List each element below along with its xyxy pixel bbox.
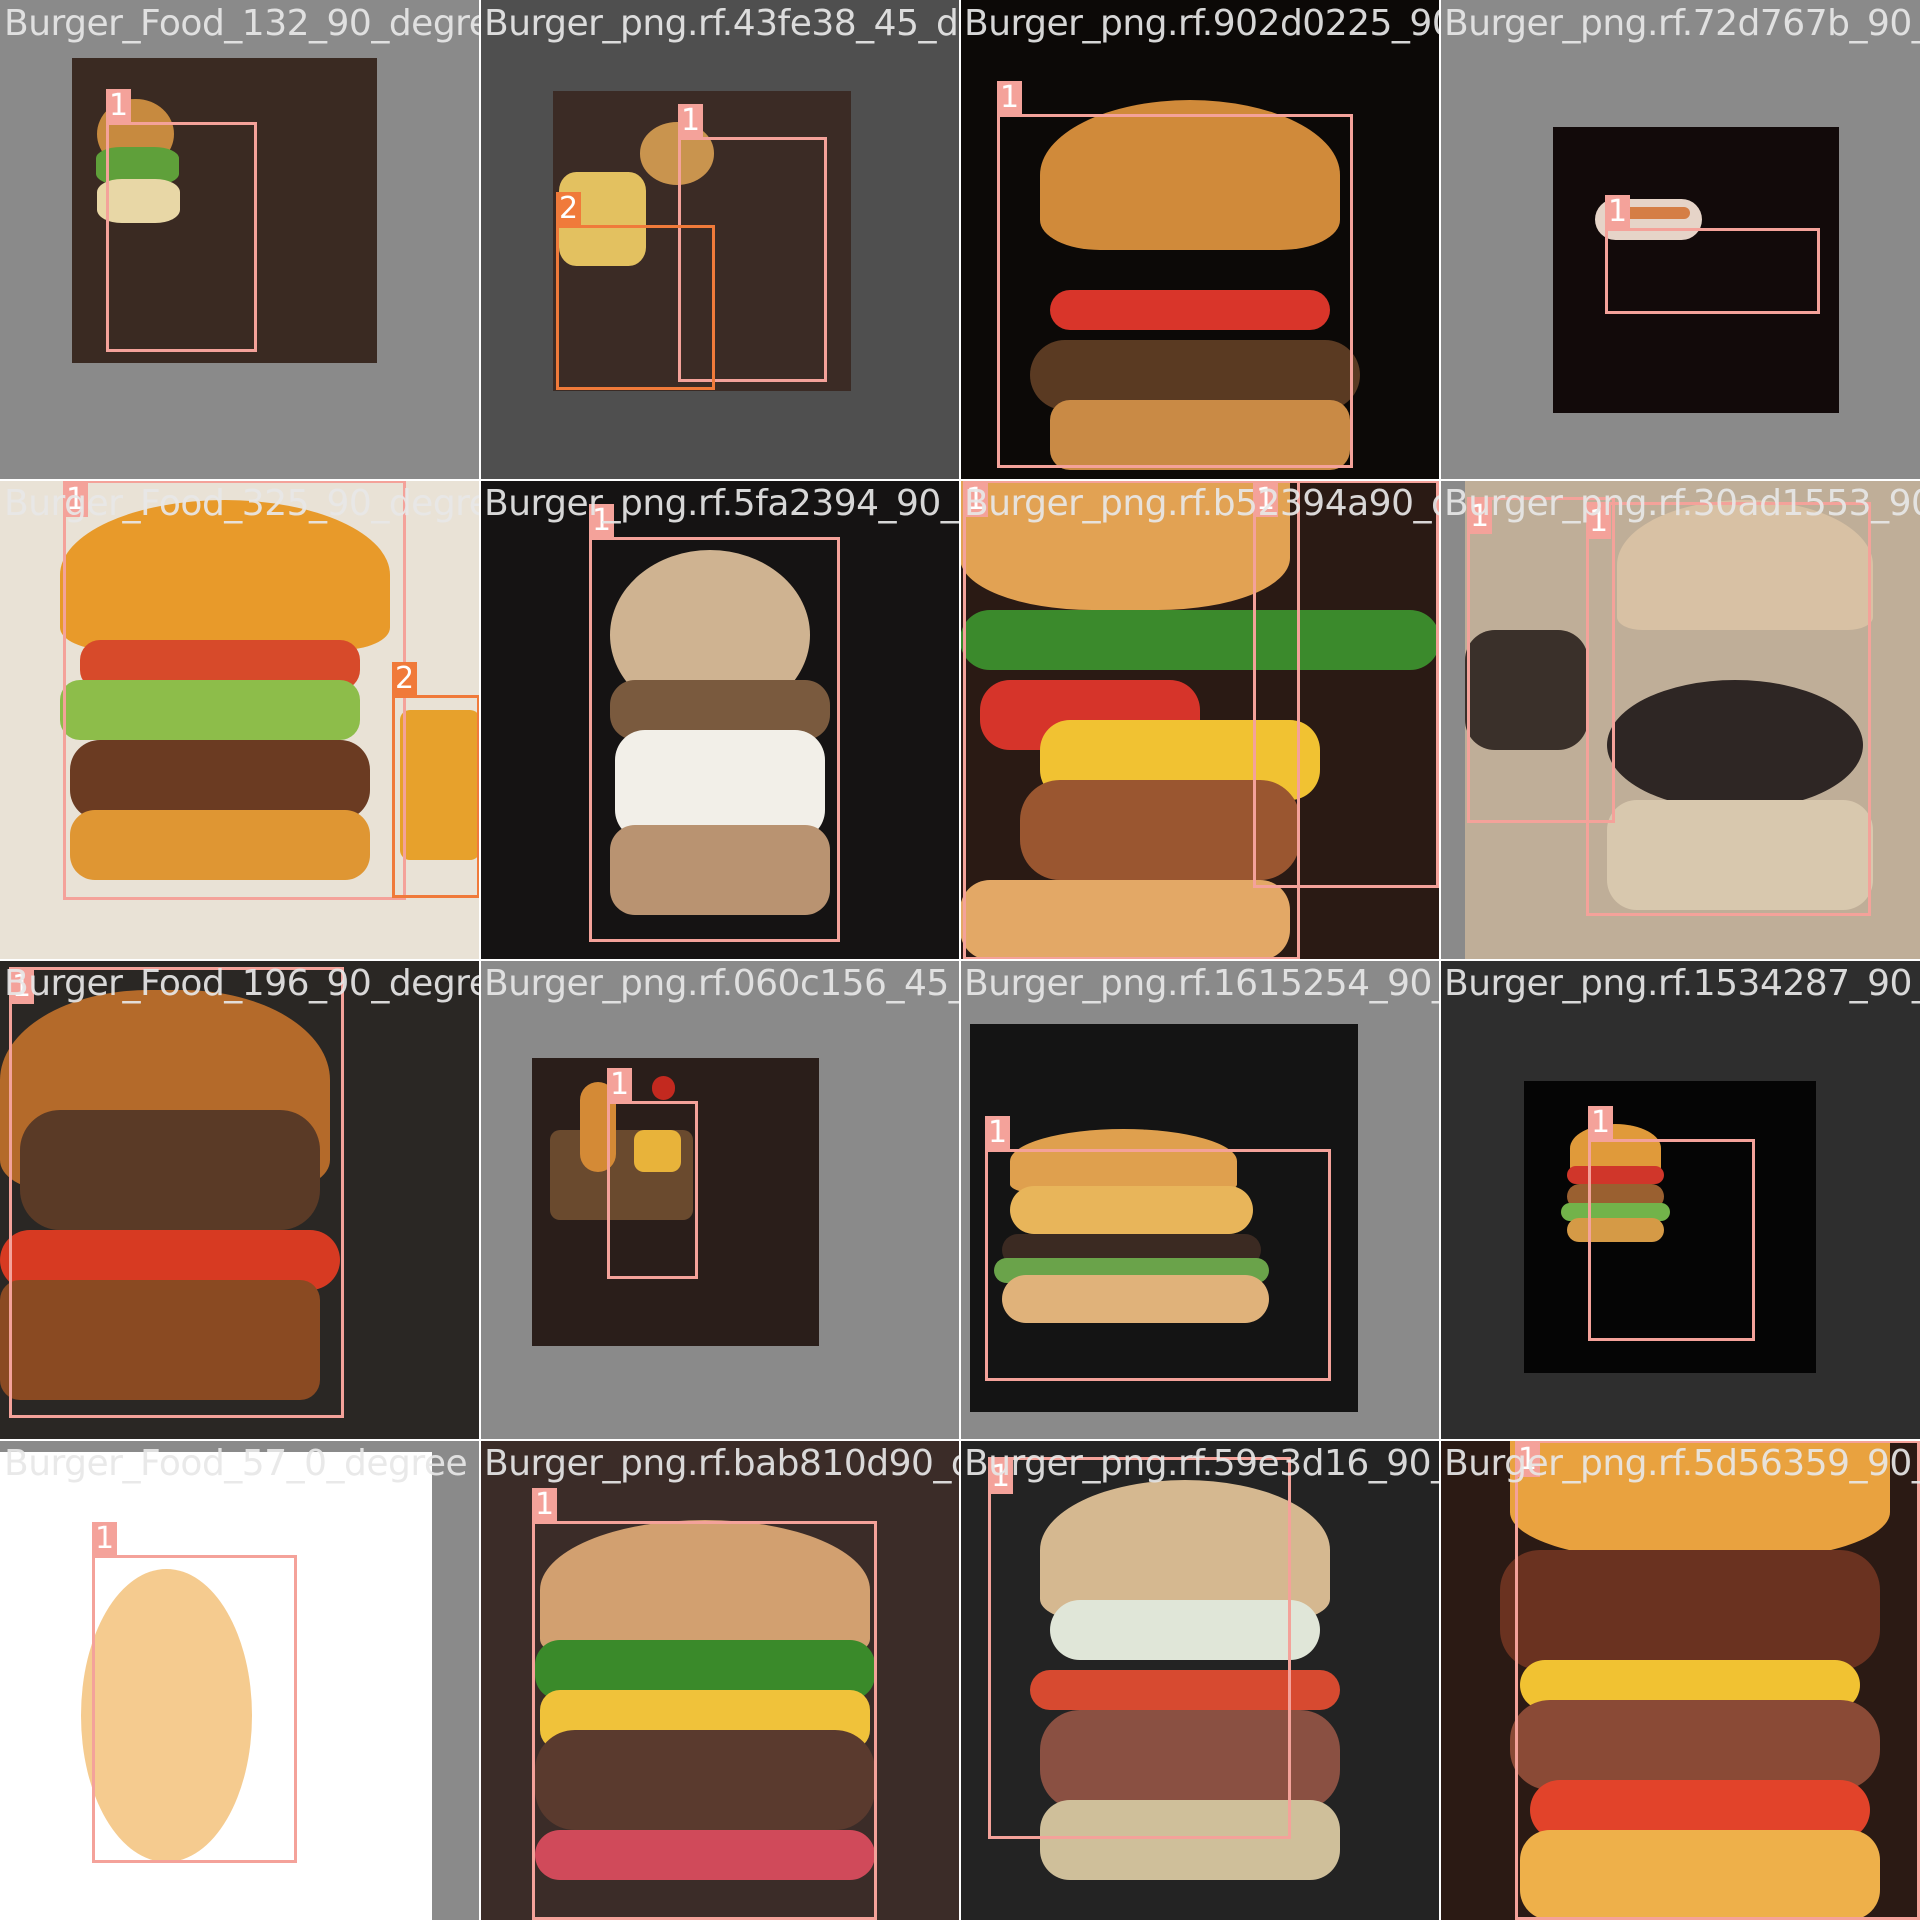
detection-mosaic: 1 Burger_Food_132_90_degre 1 2 Burger_png.rf…: [0, 0, 1920, 1920]
bounding-box: 2: [392, 662, 480, 898]
grid-separator: [0, 1439, 1920, 1441]
tile-filename-label: Burger_png.rf.1615254_90_degre: [964, 963, 1440, 1004]
bounding-box: 1: [1605, 195, 1820, 314]
bounding-box: 1: [63, 480, 406, 900]
bounding-box: 1: [589, 504, 840, 942]
mosaic-tile: 1 Burger_Food_196_90_degre: [0, 960, 480, 1440]
class-tag: 1: [106, 89, 132, 123]
tile-filename-label: Burger_png.rf.b52394a90_degre: [964, 483, 1440, 524]
tile-filename-label: Burger_png.rf.43fe38_45_degre: [484, 3, 960, 44]
mosaic-tile: 1 2 Burger_Food_325_90_degre: [0, 480, 480, 960]
mosaic-tile: 1 Burger_png.rf.1615254_90_degre: [960, 960, 1440, 1440]
class-tag: 1: [607, 1068, 633, 1102]
bounding-box: 1: [92, 1522, 297, 1863]
mosaic-tile: 1Burger_png.rf.5fa2394_90_degre: [480, 480, 960, 960]
class-tag: 1: [532, 1488, 558, 1522]
class-tag: 2: [392, 662, 418, 696]
bounding-box: 1: [1586, 502, 1871, 916]
bounding-box: 1: [988, 1457, 1291, 1839]
tile-filename-label: Burger_png.rf.5d56359_90_degre: [1444, 1443, 1920, 1484]
bounding-box: 1: [1588, 1106, 1755, 1341]
tile-filename-label: Burger_Food_325_90_degre: [4, 483, 480, 524]
mosaic-tile: 1Burger_png.rf.5d56359_90_degre: [1440, 1440, 1920, 1920]
mosaic-tile: 1 Burger_Food_57_0_degree: [0, 1440, 480, 1920]
tile-filename-label: Burger_png.rf.1534287_90_degre: [1444, 963, 1920, 1004]
mosaic-tile: 1 Burger_Food_132_90_degre: [0, 0, 480, 480]
tile-filename-label: Burger_png.rf.30ad1553_90_degre: [1444, 483, 1920, 524]
food-shape: [651, 1076, 676, 1100]
mosaic-tile: 11Burger_png.rf.30ad1553_90_degre: [1440, 480, 1920, 960]
tile-filename-label: Burger_png.rf.bab810d90_degre: [484, 1443, 960, 1484]
bounding-box: 1: [106, 89, 257, 352]
bounding-box: 1: [607, 1068, 698, 1279]
bounding-box: 1: [1467, 497, 1615, 823]
tile-filename-label: Burger_png.rf.72d767b_90_degre: [1444, 3, 1920, 44]
tile-filename-label: Burger_Food_57_0_degree: [4, 1443, 468, 1484]
bounding-box: 1: [963, 480, 1300, 960]
mosaic-tile: 1 Burger_png.rf.bab810d90_degre: [480, 1440, 960, 1920]
mosaic-tile: 1 2 Burger_png.rf.43fe38_45_degre: [480, 0, 960, 480]
mosaic-tile: 1 Burger_png.rf.1534287_90_degre: [1440, 960, 1920, 1440]
tile-filename-label: Burger_Food_196_90_degre: [4, 963, 480, 1004]
tile-filename-label: Burger_png.rf.59e3d16_90_degre: [964, 1443, 1440, 1484]
grid-separator: [0, 959, 1920, 961]
class-tag: 1: [1588, 1106, 1614, 1140]
bounding-box: 1: [532, 1488, 877, 1920]
mosaic-tile: 1 Burger_png.rf.72d767b_90_degre: [1440, 0, 1920, 480]
bounding-box: 1: [1253, 480, 1439, 888]
tile-filename-label: Burger_png.rf.5fa2394_90_degre: [484, 483, 960, 524]
mosaic-tile: 11Burger_png.rf.b52394a90_degre: [960, 480, 1440, 960]
bounding-box: 1: [1515, 1440, 1920, 1920]
tile-filename-label: Burger_png.rf.060c156_45_degre: [484, 963, 960, 1004]
class-tag: 1: [1605, 195, 1631, 229]
mosaic-tile: 1 Burger_png.rf.902d0225_90_degre: [960, 0, 1440, 480]
class-tag: 1: [92, 1522, 118, 1556]
tile-filename-label: Burger_png.rf.902d0225_90_degre: [964, 3, 1440, 44]
class-tag: 1: [678, 104, 704, 138]
bounding-box: 1: [985, 1116, 1331, 1381]
tile-filename-label: Burger_Food_132_90_degre: [4, 3, 480, 44]
bounding-box: 2: [556, 192, 715, 390]
class-tag: 2: [556, 192, 582, 226]
mosaic-tile: 1Burger_png.rf.59e3d16_90_degre: [960, 1440, 1440, 1920]
class-tag: 1: [985, 1116, 1011, 1150]
class-tag: 1: [997, 81, 1023, 115]
bounding-box: 1: [997, 81, 1353, 468]
bounding-box: 1: [9, 967, 344, 1418]
mosaic-tile: 1 Burger_png.rf.060c156_45_degre: [480, 960, 960, 1440]
grid-separator: [1439, 0, 1441, 1920]
